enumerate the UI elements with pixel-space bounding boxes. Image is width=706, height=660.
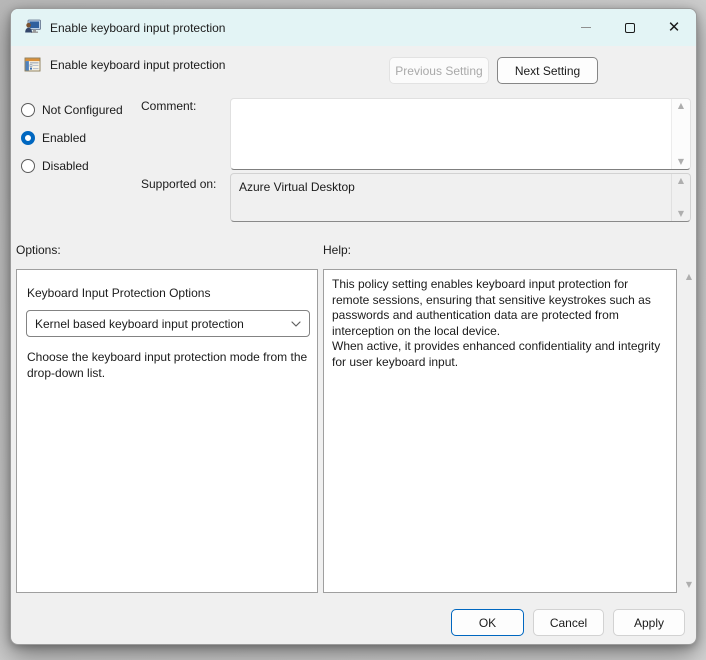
next-setting-button[interactable]: Next Setting bbox=[497, 57, 598, 84]
help-section-label: Help: bbox=[323, 243, 352, 257]
supported-on-value: Azure Virtual Desktop bbox=[239, 180, 355, 194]
protection-mode-dropdown[interactable]: Kernel based keyboard input protection bbox=[26, 310, 310, 337]
previous-setting-button[interactable]: Previous Setting bbox=[389, 57, 489, 84]
dropdown-description: Choose the keyboard input protection mod… bbox=[27, 350, 308, 380]
maximize-icon bbox=[625, 22, 635, 33]
radio-enabled[interactable]: Enabled bbox=[21, 127, 86, 149]
scroll-down-icon[interactable]: ▼ bbox=[686, 581, 692, 589]
ok-button[interactable]: OK bbox=[451, 609, 524, 636]
radio-circle-icon bbox=[21, 131, 35, 145]
comment-value bbox=[231, 99, 671, 169]
scroll-up-icon[interactable]: ▲ bbox=[678, 177, 684, 185]
scroll-down-icon[interactable]: ▼ bbox=[678, 158, 684, 166]
radio-label: Not Configured bbox=[42, 103, 123, 117]
help-scrollbar[interactable]: ▲ ▼ bbox=[681, 269, 697, 593]
dropdown-label: Keyboard Input Protection Options bbox=[27, 286, 211, 300]
close-button[interactable]: ✕ bbox=[652, 9, 696, 46]
scroll-down-icon[interactable]: ▼ bbox=[678, 210, 684, 218]
radio-circle-icon bbox=[21, 103, 35, 117]
options-panel: Keyboard Input Protection Options Kernel… bbox=[16, 269, 318, 593]
policy-setting-icon bbox=[24, 57, 41, 72]
supported-on-label: Supported on: bbox=[141, 177, 217, 191]
radio-label: Enabled bbox=[42, 131, 87, 145]
cancel-button[interactable]: Cancel bbox=[533, 609, 604, 636]
options-section-label: Options: bbox=[16, 243, 61, 257]
comment-scrollbar[interactable]: ▲ ▼ bbox=[671, 99, 690, 169]
radio-label: Disabled bbox=[42, 159, 89, 173]
window-controls: ✕ bbox=[564, 9, 696, 46]
comment-label: Comment: bbox=[141, 99, 197, 113]
chevron-down-icon bbox=[283, 320, 309, 327]
radio-not-configured[interactable]: Not Configured bbox=[21, 99, 123, 121]
setting-name: Enable keyboard input protection bbox=[50, 57, 226, 72]
close-icon: ✕ bbox=[667, 18, 681, 36]
supported-on-scrollbar[interactable]: ▲ ▼ bbox=[671, 174, 690, 221]
minimize-button[interactable] bbox=[564, 9, 608, 46]
scroll-up-icon[interactable]: ▲ bbox=[686, 273, 692, 281]
supported-on-box: Azure Virtual Desktop ▲ ▼ bbox=[230, 173, 691, 222]
title-bar: Enable keyboard input protection ✕ bbox=[11, 9, 696, 46]
setting-header: Enable keyboard input protection bbox=[24, 56, 225, 73]
comment-textarea[interactable]: ▲ ▼ bbox=[230, 98, 691, 170]
radio-circle-icon bbox=[21, 159, 35, 173]
scroll-up-icon[interactable]: ▲ bbox=[678, 102, 684, 110]
policy-setting-dialog: Enable keyboard input protection ✕ Enabl… bbox=[10, 8, 697, 645]
minimize-icon bbox=[581, 27, 591, 28]
maximize-button[interactable] bbox=[608, 9, 652, 46]
window-title: Enable keyboard input protection bbox=[50, 20, 226, 35]
radio-disabled[interactable]: Disabled bbox=[21, 155, 89, 177]
help-text-box[interactable]: This policy setting enables keyboard inp… bbox=[323, 269, 677, 593]
apply-button[interactable]: Apply bbox=[613, 609, 685, 636]
group-policy-user-icon bbox=[25, 19, 41, 33]
dropdown-selected-value: Kernel based keyboard input protection bbox=[35, 316, 244, 331]
